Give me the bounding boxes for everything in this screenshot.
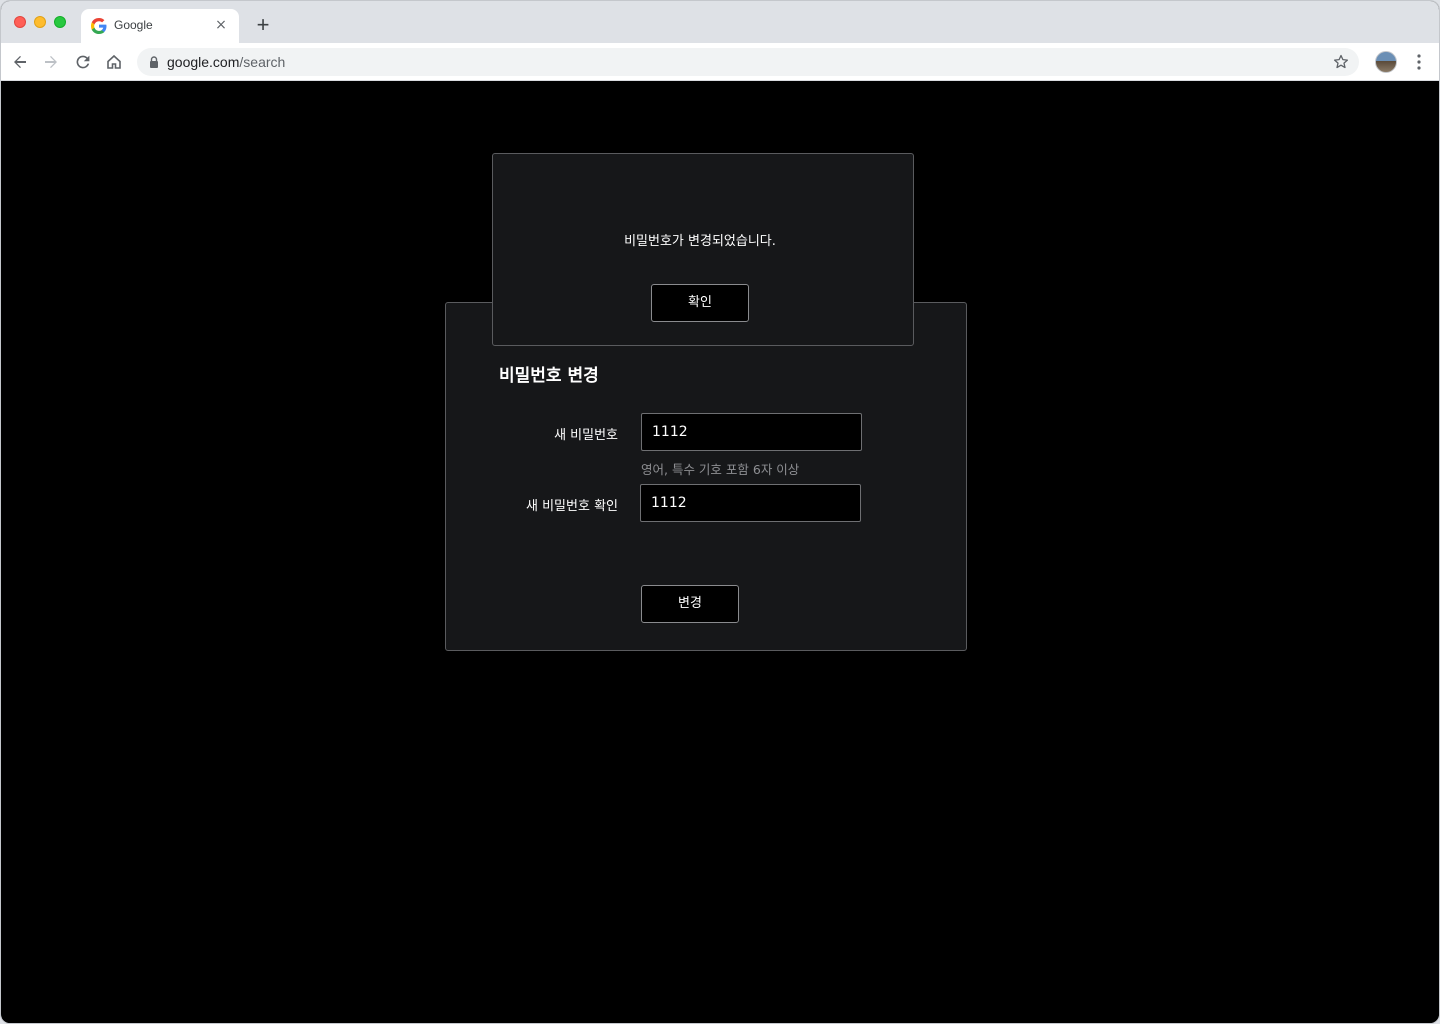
url-text: google.com/search [167,54,285,70]
browser-window: Google × + google.com/search 비밀번호 변경 새 비… [0,0,1440,1024]
close-window-button[interactable] [14,16,26,28]
google-icon [91,18,107,34]
url-path: /search [239,54,286,70]
reload-icon [76,55,90,69]
success-modal: 비밀번호가 변경되었습니다. 확인 [492,153,914,346]
reload-button[interactable] [73,52,93,72]
tab-title: Google [114,18,153,32]
profile-avatar[interactable] [1375,51,1397,73]
new-tab-button[interactable]: + [253,14,273,36]
new-password-label: 새 비밀번호 [554,428,618,443]
address-bar[interactable]: google.com/search [137,48,1359,76]
modal-message: 비밀번호가 변경되었습니다. [624,234,776,249]
browser-toolbar: google.com/search [1,43,1439,81]
home-button[interactable] [104,52,124,72]
back-button[interactable] [10,52,30,72]
lock-icon [150,56,158,68]
new-password-input[interactable]: 1112 [641,413,862,451]
ok-button[interactable]: 확인 [651,284,749,322]
password-hint: 영어, 특수 기호 포함 6자 이상 [641,462,800,477]
minimize-window-button[interactable] [34,16,46,28]
panel-title: 비밀번호 변경 [499,366,599,386]
confirm-password-input[interactable]: 1112 [640,484,861,522]
page-content: 비밀번호 변경 새 비밀번호 1112 영어, 특수 기호 포함 6자 이상 새… [2,81,1439,1023]
maximize-window-button[interactable] [54,16,66,28]
tab-google[interactable]: Google × [81,9,239,43]
more-menu-icon[interactable] [1411,52,1427,72]
arrow-right-icon [45,56,57,68]
arrow-left-icon [14,56,26,68]
forward-button[interactable] [41,52,61,72]
home-icon [107,54,121,69]
tab-strip: Google × + [1,1,1439,43]
close-tab-icon[interactable]: × [213,17,229,33]
change-password-panel: 비밀번호 변경 새 비밀번호 1112 영어, 특수 기호 포함 6자 이상 새… [445,302,967,651]
url-host: google.com [167,54,240,70]
bookmark-star-icon[interactable] [1333,54,1349,70]
change-button[interactable]: 변경 [641,585,739,623]
confirm-password-label: 새 비밀번호 확인 [526,499,618,514]
